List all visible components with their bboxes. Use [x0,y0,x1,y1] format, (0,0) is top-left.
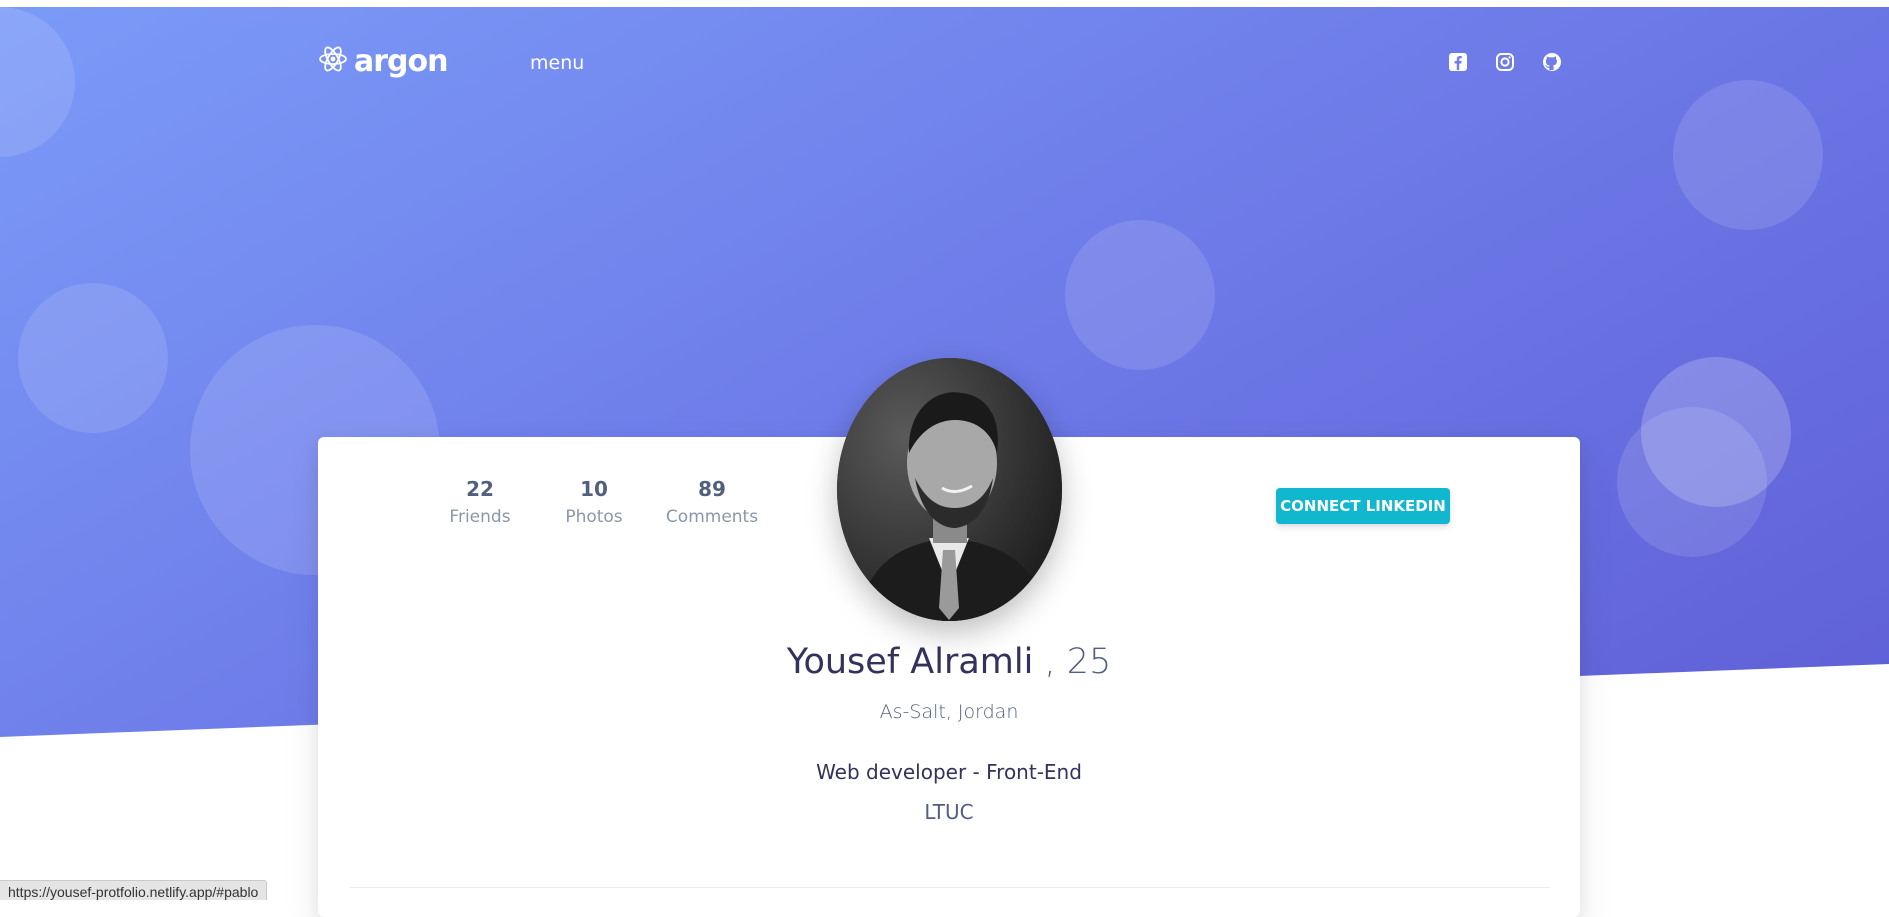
divider [350,887,1550,888]
instagram-icon[interactable] [1495,52,1515,72]
stat-label: Photos [565,507,623,527]
stat-comments: 89 Comments [657,477,767,527]
brand-logo[interactable]: argon [318,44,448,79]
brand-name: argon [354,44,448,79]
decor-circle [18,283,168,433]
profile-name: Yousef Alramli , 25 [318,642,1580,682]
stat-value: 10 [580,477,608,501]
top-strip [0,0,1889,7]
profile-organization: LTUC [924,800,974,824]
stat-friends: 22 Friends [430,477,530,527]
stat-label: Friends [449,507,511,527]
profile-fullname: Yousef Alramli [786,642,1034,682]
stat-value: 89 [698,477,726,501]
profile-location: As-Salt, Jordan [879,701,1019,723]
profile-age: , 25 [1044,642,1112,682]
decor-circle [1673,80,1823,230]
decor-circle [1641,357,1791,507]
status-bar-url: https://yousef-protfolio.netlify.app/#pa… [0,880,268,900]
profile-job-title: Web developer - Front-End [816,760,1082,784]
facebook-square-icon[interactable] [1448,52,1468,72]
decor-circle [1065,220,1215,370]
stat-photos: 10 Photos [544,477,644,527]
decor-circle [0,7,75,157]
connect-linkedin-button[interactable]: CONNECT LINKEDIN [1276,488,1450,524]
react-atom-icon [318,44,348,79]
stat-label: Comments [665,507,759,527]
menu-link[interactable]: menu [530,52,584,74]
github-icon[interactable] [1542,52,1562,72]
stat-value: 22 [466,477,494,501]
profile-avatar[interactable] [837,358,1062,621]
